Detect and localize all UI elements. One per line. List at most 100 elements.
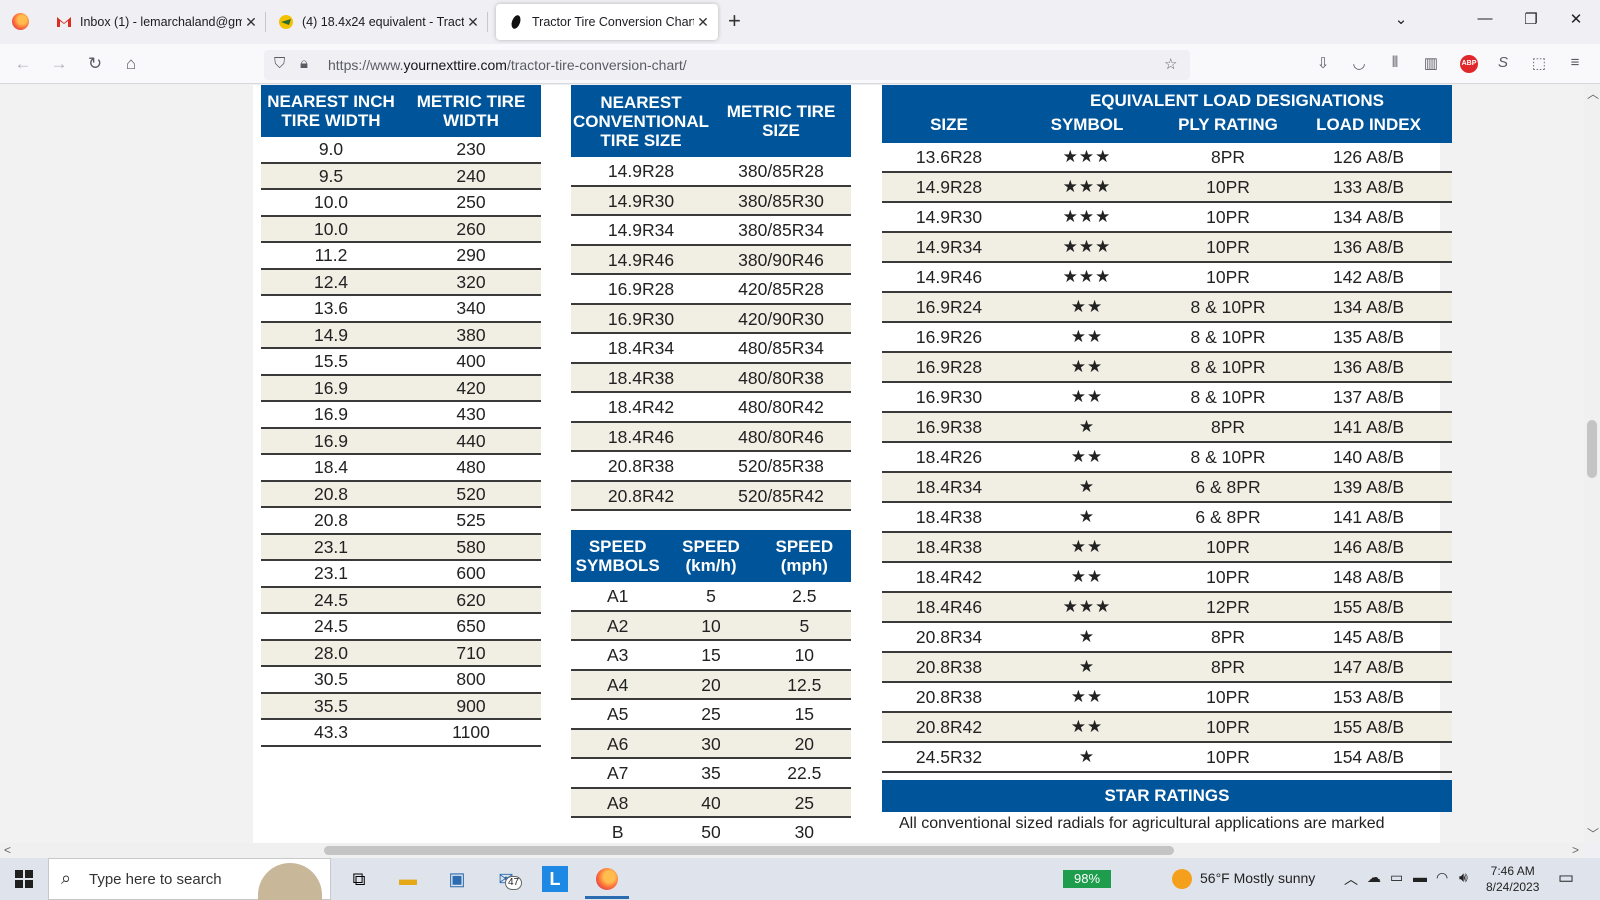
table-cell: 8 & 10PR (1190, 297, 1266, 317)
search-placeholder: Type here to search (89, 871, 222, 888)
adblock-plus-icon[interactable]: ABP (1460, 55, 1478, 73)
scroll-up-icon[interactable]: ︿ (1587, 85, 1599, 102)
inch-metric-width-table: NEAREST INCH TIRE WIDTH METRIC TIRE WIDT… (261, 85, 541, 747)
table-cell: 480/85R34 (738, 338, 824, 358)
page-viewport: NEAREST INCH TIRE WIDTH METRIC TIRE WIDT… (0, 85, 1584, 843)
scroll-right-icon[interactable]: > (1572, 843, 1579, 857)
onedrive-icon[interactable]: ☁ (1367, 869, 1381, 886)
scroll-down-icon[interactable]: ﹀ (1587, 825, 1599, 842)
restore-button[interactable]: ❐ (1516, 10, 1546, 28)
header-size: SIZE (930, 115, 968, 134)
table-cell: 14.9R34 (607, 220, 675, 240)
url-bar[interactable]: ⛉ 🔒︎ https://www.yournexttire.com/tracto… (264, 50, 1190, 80)
menu-icon[interactable]: ≡ (1564, 54, 1586, 71)
equivalent-load-title: EQUIVALENT LOAD DESIGNATIONS (1089, 91, 1385, 110)
table-cell: ★★ (1070, 327, 1104, 346)
scroll-left-icon[interactable]: < (4, 843, 11, 857)
horizontal-scroll-thumb[interactable] (324, 846, 1174, 855)
table-cell: 20.8R42 (915, 717, 983, 737)
table-cell: 8 & 10PR (1190, 357, 1266, 377)
table-cell: 400 (456, 351, 486, 371)
new-tab-button[interactable]: + (728, 10, 741, 32)
forward-icon[interactable]: → (46, 52, 72, 76)
table-cell: ★ (1078, 657, 1096, 676)
firefox-icon[interactable] (12, 13, 29, 30)
firefox-taskbar-icon[interactable] (594, 866, 620, 892)
taskbar-search[interactable]: ⌕ Type here to search (48, 858, 331, 900)
close-icon[interactable]: ✕ (242, 14, 260, 31)
table-row: 18.4R42 ★★ 10PR 148 A8/B (882, 563, 1452, 593)
table-cell: 600 (456, 563, 486, 583)
table-cell: 14.9R34 (915, 237, 983, 257)
url-text[interactable]: https://www.yournexttire.com/tractor-tir… (328, 57, 687, 73)
conventional-metric-size-table: NEAREST CONVENTIONAL TIRE SIZE METRIC TI… (571, 85, 851, 511)
site-icon (508, 14, 524, 30)
table-cell: 710 (456, 642, 486, 663)
pocket-icon[interactable]: ◡ (1348, 54, 1370, 72)
horizontal-scrollbar[interactable]: < > (0, 843, 1584, 858)
mail-icon[interactable]: ✉47 (493, 866, 523, 892)
tab-gmail[interactable]: Inbox (1) - lemarchaland@gma ✕ (44, 0, 266, 44)
power-icon[interactable]: ▬ (1413, 869, 1427, 885)
save-to-pocket-icon[interactable]: ⇩ (1312, 54, 1334, 72)
table-cell: 148 A8/B (1332, 567, 1405, 587)
tab-tire-chart[interactable]: Tractor Tire Conversion Chart ✕ (496, 4, 718, 40)
table-cell: 10PR (1206, 237, 1250, 257)
wifi-icon[interactable]: ◠ (1436, 869, 1448, 886)
close-icon[interactable]: ✕ (464, 14, 482, 31)
url-host: yournexttire.com (403, 57, 507, 73)
list-all-tabs-icon[interactable]: ⌄ (1386, 10, 1416, 28)
table-cell: 20.8R38 (915, 687, 983, 707)
store-icon[interactable]: ▣ (444, 866, 470, 892)
close-window-button[interactable]: ✕ (1561, 10, 1591, 28)
bookmark-star-icon[interactable]: ☆ (1164, 55, 1177, 73)
table-row: 20.8R38 ★★ 10PR 153 A8/B (882, 683, 1452, 713)
task-view-icon[interactable]: ⧉ (346, 866, 372, 892)
library-icon[interactable]: ⫴ (1384, 54, 1406, 71)
battery-indicator[interactable]: 98% (1063, 870, 1111, 888)
meet-now-icon[interactable]: ▭ (1390, 869, 1403, 886)
table-cell: 525 (456, 510, 486, 530)
table-cell: 20 (701, 674, 721, 695)
table-cell: 12PR (1206, 597, 1250, 617)
shield-icon[interactable]: ⛉ (274, 55, 285, 72)
home-icon[interactable]: ⌂ (118, 52, 144, 76)
table-row: 18.4R46 ★★★ 12PR 155 A8/B (882, 593, 1452, 623)
table-row: 18.4R46 480/80R46 (571, 422, 851, 452)
table-cell: 14.9 (313, 324, 349, 345)
close-icon[interactable]: ✕ (694, 14, 712, 31)
minimize-button[interactable]: — (1470, 10, 1500, 27)
reload-icon[interactable]: ↻ (82, 52, 108, 76)
extensions-icon[interactable]: ⬚ (1528, 54, 1550, 72)
table-cell: ★★★ (1062, 267, 1112, 286)
lock-icon[interactable]: 🔒︎ (300, 55, 308, 72)
table-cell: 10.0 (313, 192, 349, 212)
notifications-icon[interactable]: ▭ (1558, 868, 1574, 888)
table-row: 24.5R32 ★ 10PR 154 A8/B (882, 743, 1452, 773)
system-clock[interactable]: 7:46 AM 8/24/2023 (1486, 863, 1539, 895)
vertical-scroll-thumb[interactable] (1587, 420, 1597, 478)
table-cell: ★★ (1070, 357, 1104, 376)
extension-s-icon[interactable]: S (1492, 54, 1514, 71)
vertical-scrollbar[interactable]: ︿ ﹀ (1584, 85, 1600, 843)
weather-text[interactable]: 56°F Mostly sunny (1200, 870, 1315, 886)
start-button[interactable] (15, 870, 33, 888)
sidebar-icon[interactable]: ▥ (1420, 54, 1442, 72)
app-l-icon[interactable]: L (542, 866, 568, 892)
table-cell: 520 (456, 483, 486, 504)
table-row: 20.8 520 (261, 481, 541, 508)
tray-overflow-icon[interactable]: ︿ (1344, 869, 1358, 889)
volume-icon[interactable]: 🔊︎ (1459, 869, 1468, 886)
table-cell: 580 (456, 536, 486, 557)
back-icon[interactable]: ← (10, 52, 36, 76)
table-cell: 18.4R34 (607, 338, 675, 358)
table-cell: A1 (606, 586, 629, 606)
tab-tractorbynet[interactable]: (4) 18.4x24 equivalent - TractorB ✕ (266, 0, 488, 44)
table-cell: 10 (701, 615, 721, 636)
table-cell: 18.4R38 (607, 367, 675, 388)
table-cell: 18.4R34 (915, 477, 983, 497)
table-cell: 380/90R46 (738, 249, 824, 270)
table-cell: 18.4R42 (607, 397, 675, 417)
file-explorer-icon[interactable]: ▬ (395, 866, 421, 892)
table-cell: 480 (456, 457, 486, 477)
